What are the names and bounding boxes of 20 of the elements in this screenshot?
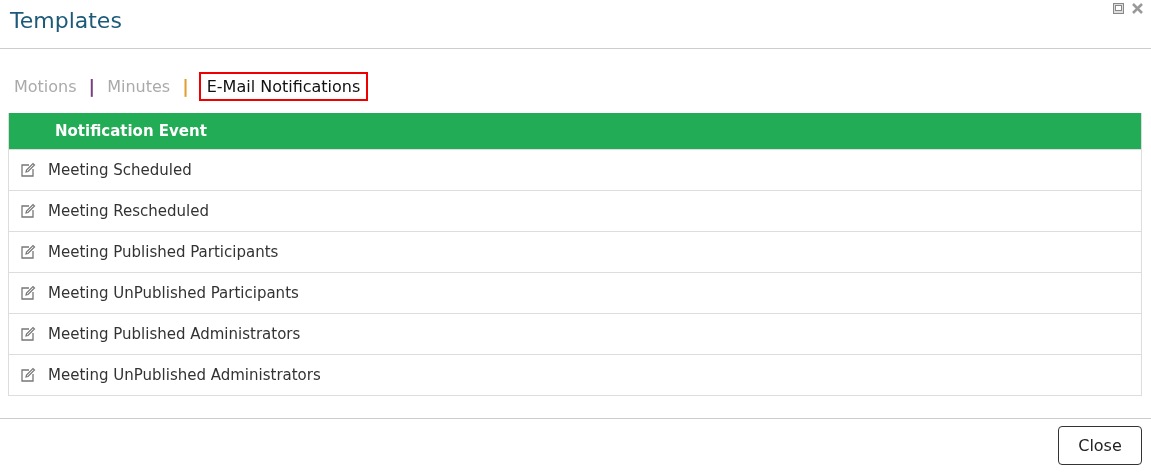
edit-icon[interactable] xyxy=(20,326,36,342)
edit-icon[interactable] xyxy=(20,203,36,219)
window-title: Templates xyxy=(10,8,122,33)
edit-icon[interactable] xyxy=(20,244,36,260)
column-header: Notification Event xyxy=(55,122,207,140)
close-button[interactable]: Close xyxy=(1058,426,1142,465)
close-icon[interactable] xyxy=(1132,3,1143,14)
table-cell: Meeting Published Administrators xyxy=(48,325,301,343)
tab-separator: | xyxy=(88,75,96,97)
table-cell: Meeting UnPublished Administrators xyxy=(48,366,321,384)
table-cell: Meeting UnPublished Participants xyxy=(48,284,299,302)
table-cell: Meeting Published Participants xyxy=(48,243,279,261)
tab[interactable]: E-Mail Notifications xyxy=(198,71,369,101)
edit-icon[interactable] xyxy=(20,285,36,301)
table-cell: Meeting Rescheduled xyxy=(48,202,209,220)
maximize-icon[interactable] xyxy=(1113,3,1124,14)
table-cell: Meeting Scheduled xyxy=(48,161,192,179)
edit-icon[interactable] xyxy=(20,162,36,178)
edit-icon[interactable] xyxy=(20,367,36,383)
tab-separator: | xyxy=(182,75,189,97)
